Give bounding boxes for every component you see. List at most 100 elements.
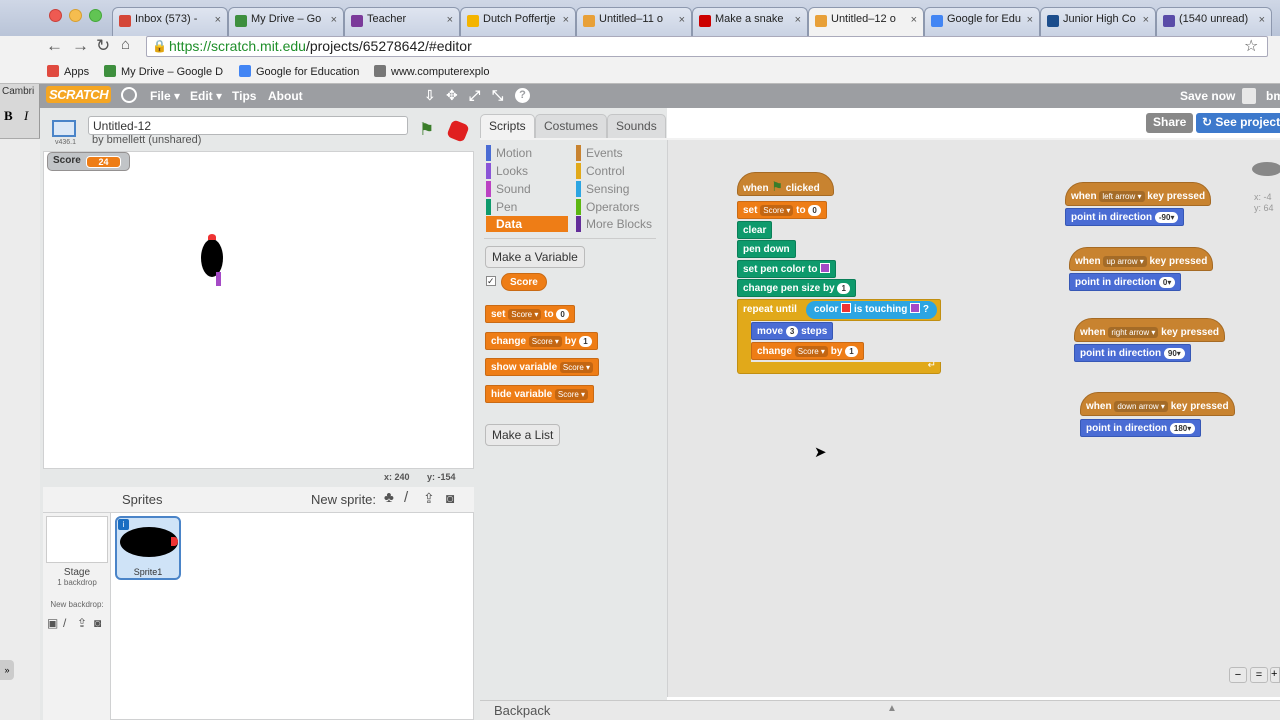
color-touching-color-block[interactable]: color is touching ?	[806, 301, 938, 319]
reload-icon[interactable]: ↻	[96, 36, 110, 56]
pen-down-block[interactable]: pen down	[737, 240, 796, 258]
shrink-tool-icon[interactable]: ⤡	[492, 87, 503, 104]
score-checkbox[interactable]: ✓	[486, 276, 496, 286]
category-sensing[interactable]: Sensing	[576, 181, 629, 197]
color-swatch-red[interactable]	[841, 303, 852, 313]
tab-close-icon[interactable]: ×	[1143, 14, 1149, 26]
bold-button[interactable]: B	[4, 108, 13, 124]
help-icon[interactable]: ?	[515, 88, 530, 103]
browser-tab[interactable]: Google for Edu ×	[924, 7, 1040, 36]
score-variable-monitor[interactable]: Score 24	[47, 152, 130, 171]
palette-hide-variable-block[interactable]: hide variable Score ▾	[485, 385, 595, 403]
pen-color-swatch[interactable]	[820, 263, 831, 273]
category-looks[interactable]: Looks	[486, 163, 528, 179]
tab-close-icon[interactable]: ×	[1027, 14, 1033, 26]
stage-thumbnail[interactable]	[46, 516, 108, 563]
browser-tab[interactable]: (1540 unread) ×	[1156, 7, 1272, 36]
stage-size-icon[interactable]	[52, 120, 76, 137]
info-icon[interactable]: i	[118, 519, 129, 530]
back-icon[interactable]: ←	[46, 36, 63, 56]
browser-tab[interactable]: Junior High Co ×	[1040, 7, 1156, 36]
zoom-reset-icon[interactable]: =	[1250, 667, 1268, 683]
tab-sounds[interactable]: Sounds	[607, 114, 666, 138]
forward-icon[interactable]: →	[72, 36, 89, 56]
move-steps-block[interactable]: move 3 steps	[751, 322, 834, 340]
window-close-button[interactable]	[49, 9, 62, 22]
window-zoom-button[interactable]	[89, 9, 102, 22]
upload-backdrop-icon[interactable]: ⇪	[77, 616, 87, 630]
when-left-arrow-key-block[interactable]: when left arrow ▾ key pressed	[1065, 182, 1212, 206]
tab-close-icon[interactable]: ×	[563, 14, 569, 26]
scratch-logo[interactable]: SCRATCH	[46, 86, 112, 103]
tab-close-icon[interactable]: ×	[911, 14, 917, 26]
browser-tab[interactable]: Teacher ×	[344, 7, 460, 36]
zoom-out-icon[interactable]: −	[1229, 667, 1247, 683]
change-score-block[interactable]: change Score ▾ by 1	[751, 342, 864, 360]
home-icon[interactable]: ⌂	[121, 36, 130, 53]
grow-tool-icon[interactable]: ⤢	[469, 87, 480, 104]
save-now-link[interactable]: Save now	[1180, 89, 1235, 103]
color-swatch-purple[interactable]	[910, 303, 921, 313]
globe-icon[interactable]	[121, 87, 137, 103]
edit-menu[interactable]: Edit ▾	[190, 89, 222, 103]
palette-show-variable-block[interactable]: show variable Score ▾	[485, 358, 600, 376]
bookmark-my-drive[interactable]: My Drive – Google D	[104, 65, 223, 78]
tab-close-icon[interactable]: ×	[679, 14, 685, 26]
point-direction-right-block[interactable]: point in direction 90▾	[1074, 344, 1191, 362]
address-bar[interactable]: 🔒 https://scratch.mit.edu/projects/65278…	[146, 36, 1268, 57]
browser-tab[interactable]: My Drive – Go ×	[228, 7, 344, 36]
category-more-blocks[interactable]: More Blocks	[576, 216, 652, 232]
palette-set-block[interactable]: set Score ▾ to 0	[485, 305, 575, 323]
browser-tab[interactable]: Inbox (573) - ×	[112, 7, 228, 36]
category-sound[interactable]: Sound	[486, 181, 531, 197]
tips-menu[interactable]: Tips	[232, 89, 256, 103]
window-minimize-button[interactable]	[69, 9, 82, 22]
make-list-button[interactable]: Make a List	[485, 424, 561, 446]
sprite1-thumbnail[interactable]: i Sprite1	[115, 516, 181, 580]
zoom-in-icon[interactable]: +	[1270, 667, 1280, 683]
browser-tab[interactable]: Untitled–11 o ×	[576, 7, 692, 36]
category-motion[interactable]: Motion	[486, 145, 532, 161]
browser-tab[interactable]: Dutch Poffertje ×	[460, 7, 576, 36]
camera-sprite-icon[interactable]: ◙	[446, 490, 454, 506]
browser-tab[interactable]: Untitled–12 o ×	[808, 7, 924, 36]
project-title-input[interactable]: Untitled-12	[88, 116, 408, 135]
bookmark-computerexplo[interactable]: www.computerexplo	[374, 65, 489, 78]
bookmark-google-education[interactable]: Google for Education	[239, 65, 359, 78]
set-pen-color-block[interactable]: set pen color to	[737, 260, 837, 278]
file-menu[interactable]: File ▾	[150, 89, 180, 103]
category-operators[interactable]: Operators	[576, 199, 639, 215]
tab-costumes[interactable]: Costumes	[535, 114, 608, 138]
stage-canvas[interactable]	[43, 151, 474, 469]
category-pen[interactable]: Pen	[486, 199, 517, 215]
category-events[interactable]: Events	[576, 145, 623, 161]
point-direction-left-block[interactable]: point in direction -90▾	[1065, 208, 1185, 226]
backpack-expand-icon[interactable]: ▲	[887, 703, 897, 714]
browser-tab[interactable]: Make a snake ×	[692, 7, 808, 36]
share-button[interactable]: Share	[1146, 113, 1194, 133]
when-up-arrow-key-block[interactable]: when up arrow ▾ key pressed	[1069, 247, 1214, 271]
point-direction-up-block[interactable]: point in direction 0▾	[1069, 273, 1182, 291]
tab-close-icon[interactable]: ×	[331, 14, 337, 26]
sprite-library-icon[interactable]: ♣	[384, 489, 394, 506]
repeat-until-block[interactable]: repeat until color is touching ?	[737, 299, 941, 321]
make-variable-button[interactable]: Make a Variable	[485, 246, 585, 268]
about-menu[interactable]: About	[268, 89, 303, 103]
clear-block[interactable]: clear	[737, 221, 773, 239]
point-direction-down-block[interactable]: point in direction 180▾	[1080, 419, 1202, 437]
delete-tool-icon[interactable]: ✥	[446, 87, 458, 104]
score-reporter-block[interactable]: Score	[501, 273, 547, 291]
backpack-bar[interactable]: Backpack ▲	[480, 700, 1280, 720]
paint-sprite-icon[interactable]: /	[404, 489, 408, 506]
tab-close-icon[interactable]: ×	[795, 14, 801, 26]
category-control[interactable]: Control	[576, 163, 625, 179]
collapse-handle-icon[interactable]: »	[0, 660, 14, 680]
set-score-block[interactable]: set Score ▾ to 0	[737, 201, 827, 219]
when-flag-clicked-block[interactable]: when ⚑ clicked	[737, 172, 834, 196]
camera-backdrop-icon[interactable]: ◙	[94, 616, 101, 630]
palette-change-block[interactable]: change Score ▾ by 1	[485, 332, 598, 350]
category-data[interactable]: Data	[486, 216, 568, 232]
green-flag-icon[interactable]: ⚑	[419, 120, 434, 140]
when-right-arrow-key-block[interactable]: when right arrow ▾ key pressed	[1074, 318, 1225, 342]
account-avatar[interactable]	[1242, 88, 1256, 104]
